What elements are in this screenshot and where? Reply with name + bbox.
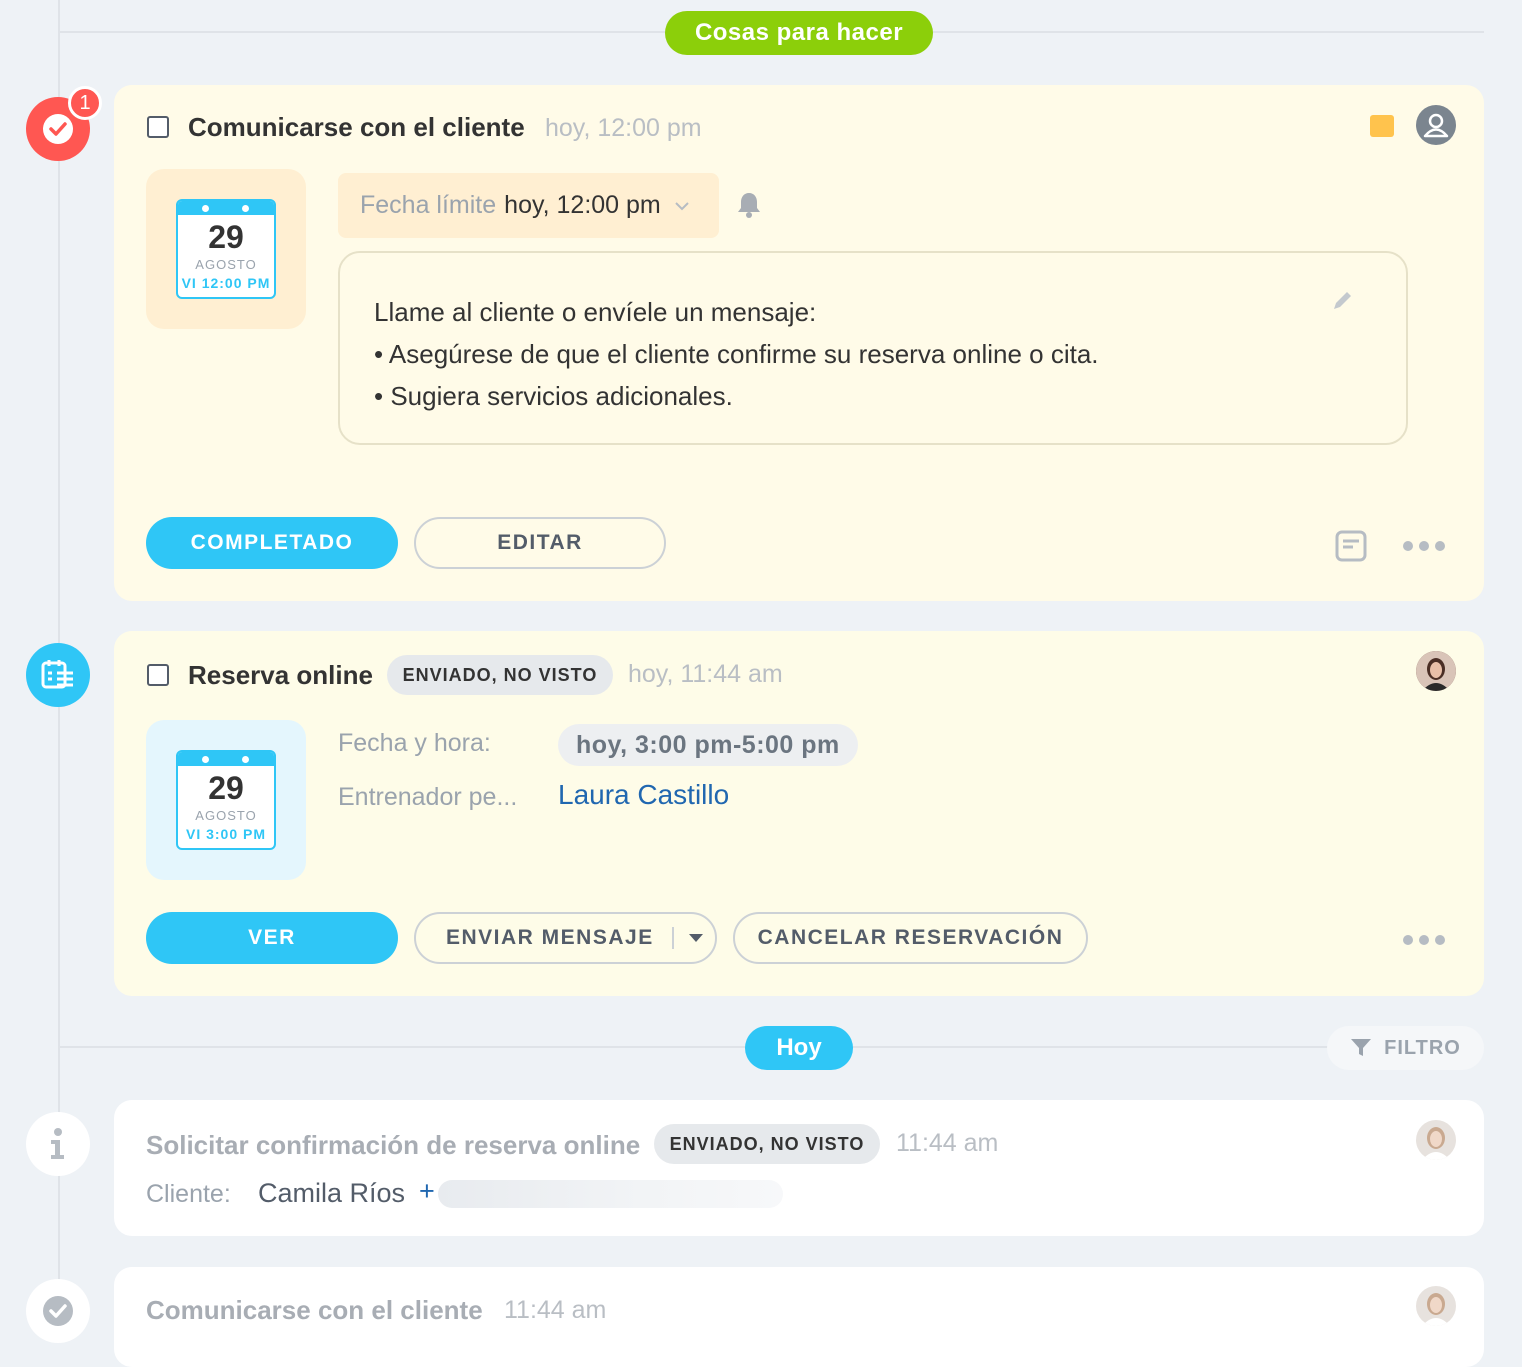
todo-section-pill: Cosas para hacer [665,11,933,55]
booking-card: Reserva online ENVIADO, NO VISTO hoy, 11… [114,631,1484,996]
send-message-label: ENVIAR MENSAJE [446,926,654,949]
calendar-month: AGOSTO [195,808,257,823]
info-icon [51,1128,64,1159]
check-circle-icon [43,114,73,144]
task-description-box[interactable]: Llame al cliente o envíele un mensaje: •… [338,251,1408,445]
task-time: hoy, 12:00 pm [545,114,702,142]
completed-timeline-icon [26,1279,90,1343]
task-title: Comunicarse con el cliente [188,112,525,142]
more-options-icon[interactable] [1403,935,1445,945]
author-avatar[interactable] [1416,1120,1456,1160]
task-card: Comunicarse con el cliente hoy, 12:00 pm… [114,85,1484,601]
booking-title: Reserva online [188,660,373,690]
history-item: Solicitar confirmación de reserva online… [114,1100,1484,1236]
client-label: Cliente: [146,1180,231,1208]
booking-time: hoy, 11:44 am [628,660,783,688]
date-value: hoy, 3:00 pm-5:00 pm [558,724,858,766]
description-line: • Asegúrese de que el cliente confirme s… [374,339,1099,369]
calendar-time: VI 3:00 PM [185,826,267,842]
note-icon[interactable] [1334,529,1368,563]
description-line: Llame al cliente o envíele un mensaje: [374,297,817,327]
deadline-value: hoy, 12:00 pm [504,191,661,219]
task-date-box: 29 AGOSTO VI 12:00 PM [146,169,306,329]
deadline-selector[interactable]: Fecha límite hoy, 12:00 pm [338,173,719,238]
status-badge: ENVIADO, NO VISTO [387,655,613,695]
person-photo [1416,1286,1456,1326]
booking-timeline-icon [26,643,90,707]
filter-label: FILTRO [1384,1036,1461,1059]
task-checkbox[interactable] [147,116,169,138]
client-name[interactable]: Camila Ríos [258,1178,405,1209]
calendar-time: VI 12:00 PM [181,275,271,291]
check-circle-icon [43,1296,73,1326]
calendar-month: AGOSTO [195,257,257,272]
booking-date-box: 29 AGOSTO VI 3:00 PM [146,720,306,880]
redacted-phone [438,1180,783,1208]
trainer-link[interactable]: Laura Castillo [558,779,729,811]
calendar-day: 29 [208,770,244,806]
description-line: • Sugiera servicios adicionales. [374,381,733,411]
date-label: Fecha y hora: [338,729,491,757]
split-divider [671,927,674,949]
cancel-booking-button[interactable]: CANCELAR RESERVACIÓN [733,912,1088,964]
person-photo [1416,651,1456,691]
client-add[interactable]: + [419,1176,435,1207]
section-divider [60,1046,1330,1048]
color-tag-icon[interactable] [1370,115,1394,137]
send-message-button[interactable]: ENVIAR MENSAJE [414,912,717,964]
bell-icon[interactable] [736,191,762,224]
trainer-avatar[interactable] [1416,651,1456,691]
person-photo [1416,1120,1456,1160]
history-title: Solicitar confirmación de reserva online [146,1130,641,1160]
filter-icon [1351,1039,1372,1056]
status-badge: ENVIADO, NO VISTO [654,1124,880,1164]
calendar-day: 29 [208,219,244,255]
calendar-icon: 29 AGOSTO VI 12:00 PM [176,199,276,299]
responsible-avatar[interactable] [1416,105,1456,145]
pencil-icon[interactable] [1330,289,1354,313]
caret-down-icon[interactable] [688,933,704,943]
history-time: 11:44 am [896,1129,999,1157]
trainer-label: Entrenador pe... [338,783,518,811]
chevron-down-icon [675,201,689,210]
edit-button[interactable]: EDITAR [414,517,666,569]
history-title: Comunicarse con el cliente [146,1295,483,1325]
booking-checkbox[interactable] [147,664,169,686]
calendar-list-icon [41,660,73,689]
complete-button[interactable]: COMPLETADO [146,517,398,569]
info-timeline-icon [26,1112,90,1176]
history-time: 11:44 am [504,1296,607,1324]
more-options-icon[interactable] [1403,541,1445,551]
view-button[interactable]: VER [146,912,398,964]
user-icon [1423,113,1449,138]
author-avatar[interactable] [1416,1286,1456,1326]
today-pill: Hoy [745,1026,853,1070]
history-item: Comunicarse con el cliente 11:44 am [114,1267,1484,1367]
notification-badge: 1 [68,86,102,120]
calendar-icon: 29 AGOSTO VI 3:00 PM [176,750,276,850]
filter-button[interactable]: FILTRO [1327,1026,1484,1070]
deadline-label: Fecha límite [360,191,497,219]
